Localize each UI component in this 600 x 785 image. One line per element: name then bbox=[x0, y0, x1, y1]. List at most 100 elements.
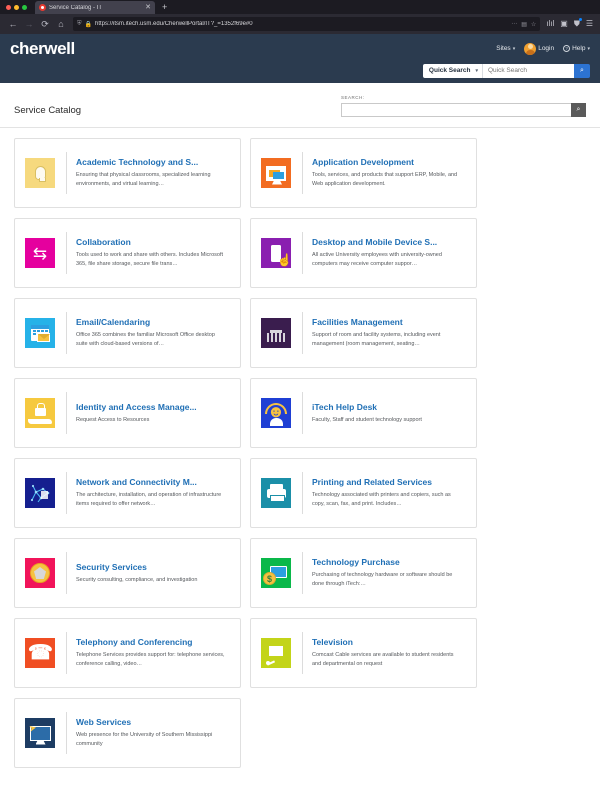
card-divider bbox=[302, 392, 303, 434]
card-body: Identity and Access Manage... Request Acc… bbox=[76, 402, 230, 425]
sidebar-icon[interactable]: ▣ bbox=[560, 20, 568, 28]
card-title[interactable]: Security Services bbox=[76, 562, 228, 572]
page-title: Service Catalog bbox=[14, 105, 82, 116]
quick-search-group: Quick Search ▾ ⌕ bbox=[422, 63, 590, 78]
card-title[interactable]: Network and Connectivity M... bbox=[76, 477, 228, 487]
service-category-card[interactable]: Email/Calendaring Office 365 combines the… bbox=[14, 298, 241, 368]
card-body: Web Services Web presence for the Univers… bbox=[76, 717, 230, 748]
card-title[interactable]: Email/Calendaring bbox=[76, 317, 228, 327]
forward-icon[interactable]: → bbox=[21, 16, 37, 32]
service-category-card[interactable]: ☝ Desktop and Mobile Device S... All activ… bbox=[250, 218, 477, 288]
search-button[interactable]: ⌕ bbox=[571, 103, 586, 117]
help-menu[interactable]: ? Help ▾ bbox=[563, 45, 590, 52]
web-monitor-cursor-icon: ➤ bbox=[25, 718, 55, 748]
page-actions-icon[interactable]: ··· bbox=[511, 21, 517, 27]
card-title[interactable]: Printing and Related Services bbox=[312, 477, 464, 487]
new-tab-button[interactable]: + bbox=[162, 1, 167, 14]
service-category-card[interactable]: Application Development Tools, services, … bbox=[250, 138, 477, 208]
help-icon: ? bbox=[563, 45, 571, 52]
login-button[interactable]: Login bbox=[524, 42, 555, 55]
calendar-envelope-icon bbox=[25, 318, 55, 348]
card-description: Security consulting, compliance, and inv… bbox=[76, 576, 198, 583]
close-icon[interactable]: ✕ bbox=[145, 4, 151, 11]
library-icon[interactable]: ılıl bbox=[546, 20, 554, 28]
quick-search-scope-select[interactable]: Quick Search ▾ bbox=[422, 63, 482, 78]
card-divider bbox=[66, 392, 67, 434]
card-divider bbox=[302, 552, 303, 594]
reload-icon[interactable]: ⟳ bbox=[37, 16, 53, 32]
login-label: Login bbox=[538, 45, 555, 52]
card-divider bbox=[66, 472, 67, 514]
card-title[interactable]: Application Development bbox=[312, 157, 464, 167]
service-category-card[interactable]: ☎ Telephony and Conferencing Telephone Ser… bbox=[14, 618, 241, 688]
lock-icon[interactable]: 🔒 bbox=[85, 21, 92, 28]
card-body: Technology Purchase Purchasing of technol… bbox=[312, 557, 466, 588]
card-title[interactable]: Technology Purchase bbox=[312, 557, 464, 567]
service-category-card[interactable]: Security Services Security consulting, co… bbox=[14, 538, 241, 608]
address-bar[interactable]: ⛨ 🔒 https://itsm.itech.usm.edu/CherwellP… bbox=[73, 17, 541, 31]
menu-icon[interactable]: ☰ bbox=[586, 20, 593, 28]
card-title[interactable]: iTech Help Desk bbox=[312, 402, 464, 412]
page-header: Service Catalog SEARCH: ⌕ bbox=[0, 83, 600, 128]
card-description: Faculty, Staff and student technology su… bbox=[312, 416, 422, 423]
shield-icon[interactable]: ⛨ bbox=[77, 21, 82, 28]
service-category-card[interactable]: Identity and Access Manage... Request Acc… bbox=[14, 378, 241, 448]
service-category-card[interactable]: ☻ iTech Help Desk Faculty, Staff and stude… bbox=[250, 378, 477, 448]
card-title[interactable]: Identity and Access Manage... bbox=[76, 402, 228, 412]
service-category-card[interactable]: Facilities Management Support of room and… bbox=[250, 298, 477, 368]
purchase-coin-monitor-icon: $ bbox=[261, 558, 291, 588]
search-input[interactable] bbox=[341, 103, 571, 117]
card-body: Desktop and Mobile Device S... All active… bbox=[312, 237, 466, 268]
window-controls[interactable] bbox=[6, 0, 35, 14]
search-icon: ⌕ bbox=[580, 66, 584, 74]
service-category-card[interactable]: ⇆ Collaboration Tools used to work and sha… bbox=[14, 218, 241, 288]
card-description: Tools used to work and share with others… bbox=[76, 252, 224, 267]
app-header: cherwell Sites ▾ Login ? Help ▾ bbox=[0, 34, 600, 63]
quick-search-input[interactable] bbox=[482, 63, 574, 78]
card-title[interactable]: Web Services bbox=[76, 717, 228, 727]
chevron-down-icon: ▾ bbox=[587, 45, 590, 52]
sharing-hands-icon: ⇆ bbox=[25, 238, 55, 268]
tab-title: Service Catalog - IT bbox=[49, 4, 103, 11]
window-maximize-button[interactable] bbox=[22, 4, 27, 10]
card-title[interactable]: Facilities Management bbox=[312, 317, 464, 327]
card-divider bbox=[302, 472, 303, 514]
service-category-card[interactable]: ➤ Web Services Web presence for the Univer… bbox=[14, 698, 241, 768]
back-icon[interactable]: ← bbox=[5, 16, 21, 32]
card-divider bbox=[302, 312, 303, 354]
service-category-card[interactable]: Television Comcast Cable services are ava… bbox=[250, 618, 477, 688]
chevron-down-icon: ▾ bbox=[512, 45, 516, 52]
mobile-device-hand-icon: ☝ bbox=[261, 238, 291, 268]
window-close-button[interactable] bbox=[6, 4, 11, 10]
card-divider bbox=[66, 152, 67, 194]
monitor-windows-icon bbox=[261, 158, 291, 188]
card-description: Support of room and facility systems, in… bbox=[312, 332, 441, 347]
card-title[interactable]: Television bbox=[312, 637, 464, 647]
sites-menu[interactable]: Sites ▾ bbox=[496, 45, 515, 52]
browser-tab[interactable]: Service Catalog - IT ✕ bbox=[35, 1, 155, 14]
window-minimize-button[interactable] bbox=[14, 4, 19, 10]
card-description: Telephone Services provides support for:… bbox=[76, 652, 225, 667]
search-row: ⌕ bbox=[341, 103, 586, 117]
service-category-card[interactable]: Printing and Related Services Technology … bbox=[250, 458, 477, 528]
card-body: Security Services Security consulting, co… bbox=[76, 562, 230, 585]
reader-mode-icon[interactable]: ▤ bbox=[521, 21, 527, 28]
service-category-card[interactable]: Academic Technology and S... Ensuring tha… bbox=[14, 138, 241, 208]
card-title[interactable]: Desktop and Mobile Device S... bbox=[312, 237, 464, 247]
bookmark-star-icon[interactable]: ☆ bbox=[531, 21, 536, 28]
card-description: Ensuring that physical classrooms, speci… bbox=[76, 172, 211, 187]
card-body: Television Comcast Cable services are ava… bbox=[312, 637, 466, 668]
security-badge-icon bbox=[25, 558, 55, 588]
account-icon[interactable]: ⛊ bbox=[574, 18, 582, 28]
service-category-card[interactable]: Network and Connectivity M... The archite… bbox=[14, 458, 241, 528]
headset-support-icon: ☻ bbox=[261, 398, 291, 428]
card-title[interactable]: Collaboration bbox=[76, 237, 228, 247]
card-title[interactable]: Academic Technology and S... bbox=[76, 157, 228, 167]
home-icon[interactable]: ⌂ bbox=[53, 16, 69, 32]
card-body: Network and Connectivity M... The archite… bbox=[76, 477, 230, 508]
card-description: Tools, services, and products that suppo… bbox=[312, 172, 458, 187]
cherwell-logo[interactable]: cherwell bbox=[10, 39, 75, 59]
service-category-card[interactable]: $ Technology Purchase Purchasing of techno… bbox=[250, 538, 477, 608]
card-title[interactable]: Telephony and Conferencing bbox=[76, 637, 228, 647]
quick-search-button[interactable]: ⌕ bbox=[574, 63, 590, 78]
